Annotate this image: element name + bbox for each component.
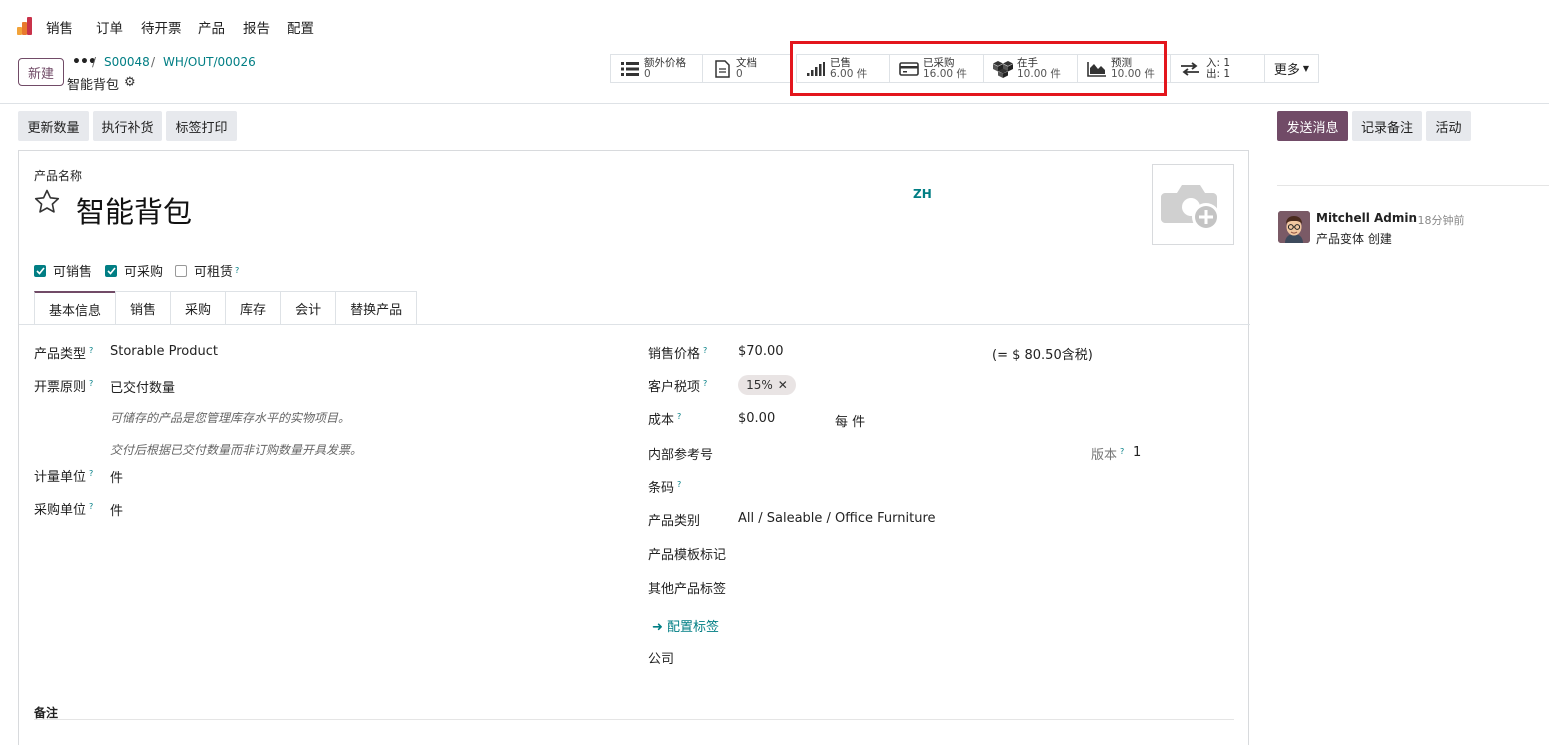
cost-per-unit: 每 件 <box>835 415 866 430</box>
smart-button-documents[interactable]: 文档 0 <box>702 54 791 83</box>
cost-field[interactable]: $0.00 <box>738 411 775 426</box>
other-tags-label: 其他产品标签 <box>648 582 727 597</box>
close-icon[interactable]: ✕ <box>778 378 788 392</box>
message-timestamp: - 18分钟前 <box>1410 214 1465 227</box>
type-help-text: 可储存的产品是您管理库存水平的实物项目。 <box>110 411 351 425</box>
smart-button-extra-price[interactable]: 额外价格 0 <box>610 54 703 83</box>
more-dropdown-button[interactable]: 更多 ▼ <box>1264 54 1319 83</box>
replenish-button[interactable]: 执行补货 <box>93 111 162 141</box>
tab-inventory[interactable]: 库存 <box>225 291 282 325</box>
signal-bars-icon <box>805 60 827 78</box>
cubes-icon <box>992 60 1014 78</box>
exchange-icon <box>1179 60 1201 78</box>
price-incl-tax: (= $ 80.50含税) <box>992 348 1093 363</box>
tax-tag[interactable]: 15% ✕ <box>738 375 796 395</box>
can-be-rented-checkbox[interactable]: 可租赁? <box>175 261 239 280</box>
invoice-help-text: 交付后根据已交付数量而非订购数量开具发票。 <box>110 443 363 457</box>
uom-field[interactable]: 件 <box>110 467 123 486</box>
notebook-tabs: 基本信息 销售 采购 库存 会计 替换产品 <box>34 291 418 325</box>
help-icon: ? <box>235 266 240 275</box>
barcode-label: 条码? <box>648 479 682 496</box>
tab-accounting[interactable]: 会计 <box>280 291 337 325</box>
nav-sales[interactable]: 销售 <box>46 17 73 37</box>
sales-price-label: 销售价格? <box>648 345 708 362</box>
new-button[interactable]: 新建 <box>18 58 64 86</box>
configure-tags-link[interactable]: ➜ 配置标签 <box>652 616 719 635</box>
breadcrumb-order[interactable]: S00048 <box>104 55 150 69</box>
arrow-right-icon: ➜ <box>652 620 663 635</box>
product-type-label: 产品类型? <box>34 345 94 362</box>
checkbox-checked-icon <box>34 264 46 277</box>
language-button[interactable]: ZH <box>913 187 932 201</box>
credit-card-icon <box>898 60 920 78</box>
out-label: 出: <box>1206 67 1221 80</box>
nav-config[interactable]: 配置 <box>287 17 314 37</box>
document-icon <box>711 59 733 78</box>
invoice-policy-label: 开票原则? <box>34 378 94 395</box>
activity-button[interactable]: 活动 <box>1426 111 1471 141</box>
list-icon <box>619 60 641 78</box>
breadcrumb-separator: / <box>92 55 97 69</box>
template-tags-label: 产品模板标记 <box>648 548 727 563</box>
print-labels-button[interactable]: 标签打印 <box>166 111 237 141</box>
camera-add-icon <box>1161 185 1220 231</box>
smart-button-on-hand[interactable]: 在手 10.00 件 <box>983 54 1078 83</box>
tab-divider <box>19 324 1250 325</box>
nav-to-invoice[interactable]: 待开票 <box>141 17 182 37</box>
record-title: 智能背包 <box>67 78 120 93</box>
category-field[interactable]: All / Saleable / Office Furniture <box>738 511 936 526</box>
purchase-uom-field[interactable]: 件 <box>110 500 123 519</box>
app-logo-icon[interactable] <box>17 17 37 35</box>
send-message-button[interactable]: 发送消息 <box>1277 111 1348 141</box>
nav-orders[interactable]: 订单 <box>96 17 123 37</box>
tab-purchase[interactable]: 采购 <box>170 291 227 325</box>
sales-price-field[interactable]: $70.00 <box>738 344 784 359</box>
tab-general-info[interactable]: 基本信息 <box>34 291 117 325</box>
product-name-field[interactable]: 智能背包 <box>76 189 192 231</box>
log-note-button[interactable]: 记录备注 <box>1352 111 1422 141</box>
product-type-select[interactable]: Storable Product <box>110 344 218 359</box>
form-sheet: 产品名称 智能背包 ZH 可销售 可采购 可租赁? 基本信息 销售 采购 库存 … <box>18 150 1250 745</box>
avatar[interactable] <box>1278 211 1310 243</box>
uom-label: 计量单位? <box>34 468 94 485</box>
category-label: 产品类别 <box>648 514 701 529</box>
internal-ref-label: 内部参考号 <box>648 448 714 463</box>
company-label: 公司 <box>648 652 675 667</box>
area-chart-icon <box>1086 60 1108 78</box>
version-label: 版本? <box>1091 446 1125 463</box>
breadcrumb-separator: / <box>151 55 156 69</box>
breadcrumb-picking[interactable]: WH/OUT/00026 <box>163 55 256 69</box>
out-value: 1 <box>1223 67 1231 80</box>
product-name-label: 产品名称 <box>34 169 83 183</box>
smart-button-forecast[interactable]: 预测 10.00 件 <box>1077 54 1171 83</box>
message-body: 产品变体 创建 <box>1316 232 1392 246</box>
cost-label: 成本? <box>648 411 682 428</box>
nav-reporting[interactable]: 报告 <box>243 17 270 37</box>
checkbox-unchecked-icon <box>175 264 187 277</box>
message-author[interactable]: Mitchell Admin <box>1316 211 1417 225</box>
product-image-placeholder[interactable] <box>1152 164 1234 245</box>
nav-products[interactable]: 产品 <box>198 17 225 37</box>
smart-button-purchased[interactable]: 已采购 16.00 件 <box>889 54 984 83</box>
caret-down-icon: ▼ <box>1302 64 1310 73</box>
tab-sales[interactable]: 销售 <box>115 291 172 325</box>
purchase-uom-label: 采购单位? <box>34 501 94 518</box>
notes-divider <box>34 719 1234 720</box>
gear-icon[interactable]: ⚙ <box>124 75 136 90</box>
star-icon[interactable] <box>33 188 61 216</box>
checkbox-checked-icon <box>105 264 117 277</box>
customer-taxes-label: 客户税项? <box>648 378 708 395</box>
can-be-purchased-checkbox[interactable]: 可采购 <box>105 261 163 280</box>
version-field[interactable]: 1 <box>1133 445 1141 460</box>
invoice-policy-select[interactable]: 已交付数量 <box>110 377 175 396</box>
can-be-sold-checkbox[interactable]: 可销售 <box>34 261 92 280</box>
smart-button-in-out[interactable]: 入: 1 出: 1 <box>1170 54 1265 83</box>
smart-button-sold[interactable]: 已售 6.00 件 <box>796 54 890 83</box>
top-navbar: 销售 订单 待开票 产品 报告 配置 <box>0 0 1549 50</box>
chatter-divider <box>1277 185 1549 186</box>
tab-alternatives[interactable]: 替换产品 <box>335 291 418 325</box>
update-quantity-button[interactable]: 更新数量 <box>18 111 89 141</box>
